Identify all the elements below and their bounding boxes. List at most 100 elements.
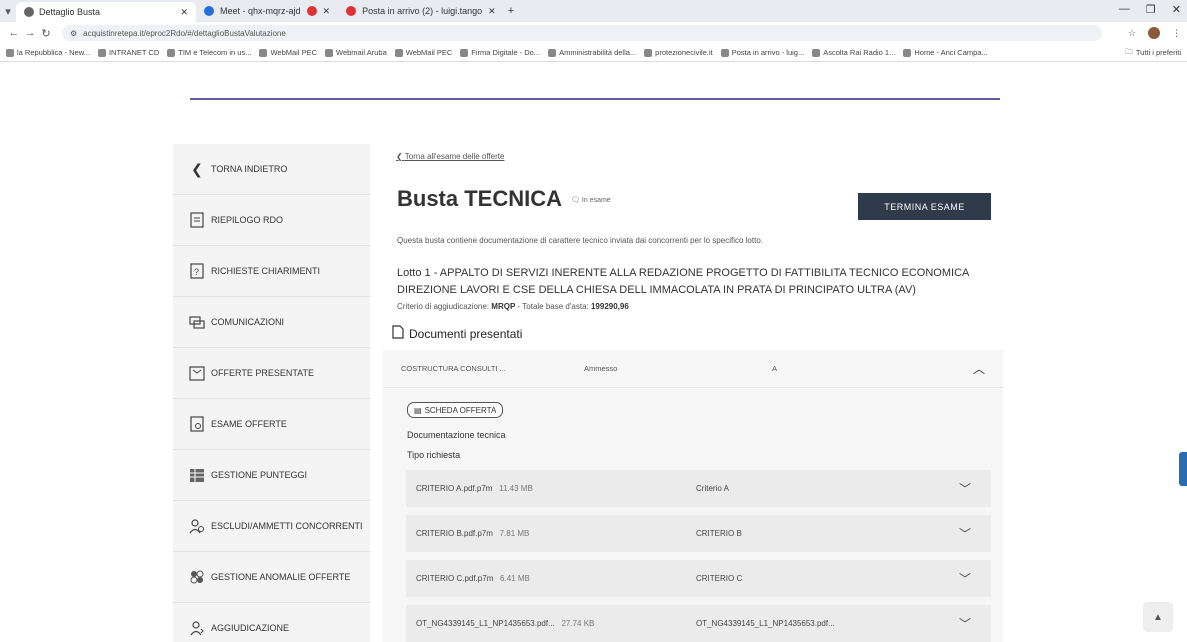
file-row[interactable]: CRITERIO B.pdf.p7m 7.81 MB CRITERIO B ﹀ <box>406 515 991 552</box>
chevron-down-icon[interactable]: ﹀ <box>959 570 971 587</box>
tab-gmail[interactable]: Posta in arrivo (2) - luigi.tango ✕ <box>338 1 504 21</box>
bookmark-favicon-icon <box>548 48 557 57</box>
chevron-up-icon[interactable]: ︿ <box>973 360 985 377</box>
sidebar-item-aggiudicazione[interactable]: AGGIUDICAZIONE <box>173 603 370 642</box>
tipo-richiesta-label: Tipo richiesta <box>407 450 461 460</box>
list-icon: ▤ <box>414 405 422 415</box>
sidebar-item-gestione-punteggi[interactable]: GESTIONE PUNTEGGI <box>173 450 370 501</box>
window-controls: — ❐ ✕ <box>1119 3 1181 16</box>
page-header-strip <box>190 62 1000 100</box>
tab-close-icon[interactable]: ✕ <box>323 6 331 17</box>
sidebar-item-label: RIEPILOGO RDO <box>211 215 284 225</box>
bookmark-item[interactable]: Home - Anci Campa... <box>903 48 988 57</box>
url-input[interactable]: ⚙ acquistinretepa.it/eproc2Rdo/#/dettagl… <box>62 25 1102 41</box>
chevron-down-icon[interactable]: ﹀ <box>959 480 971 497</box>
file-size: 11.43 MB <box>499 484 533 493</box>
bookmark-item[interactable]: Amministrabilità della... <box>548 48 636 57</box>
sidebar-back-button[interactable]: ❮ TORNA INDIETRO <box>173 144 370 195</box>
bookmark-item[interactable]: Posta in arrivo - luig... <box>720 48 804 57</box>
profile-avatar-icon[interactable] <box>1148 27 1160 39</box>
sidebar-item-label: OFFERTE PRESENTATE <box>211 368 315 378</box>
file-criterio: Criterio A <box>696 484 729 493</box>
status-chat-icon: 🗨 <box>571 197 580 204</box>
sidebar-item-riepilogo[interactable]: RIEPILOGO RDO <box>173 195 370 246</box>
scroll-to-top-button[interactable]: ▲ <box>1143 602 1173 632</box>
sidebar-item-label: GESTIONE PUNTEGGI <box>211 470 308 480</box>
chevron-left-icon: ❮ <box>396 152 405 161</box>
tab-label: Posta in arrivo (2) - luigi.tango <box>362 6 483 16</box>
bookmark-favicon-icon <box>6 48 14 57</box>
file-name: CRITERIO A.pdf.p7m 11.43 MB <box>416 484 533 493</box>
all-bookmarks[interactable]: 🗀 Tutti i preferiti <box>1125 46 1181 59</box>
sidebar-item-label: COMUNICAZIONI <box>211 317 284 327</box>
chevron-down-icon[interactable]: ﹀ <box>959 525 971 542</box>
bookmark-favicon-icon <box>903 48 912 57</box>
file-size: 6.41 MB <box>500 574 530 583</box>
reload-icon[interactable]: ↻ <box>38 27 54 40</box>
documentazione-tecnica-label: Documentazione tecnica <box>407 430 506 440</box>
tab-meet[interactable]: Meet - qhx-mqrz-ajd ✕ <box>196 1 338 21</box>
status-badge: 🗨 In esame <box>571 196 611 205</box>
scheda-offerta-button[interactable]: ▤ SCHEDA OFFERTA <box>407 402 504 418</box>
tab-search-icon[interactable]: ▾ <box>0 5 16 18</box>
minimize-icon[interactable]: — <box>1119 3 1130 16</box>
back-to-offers-link[interactable]: ❮ Torna all'esame delle offerte <box>396 152 504 161</box>
offer-accordion-header[interactable]: COSTRUCTURA CONSULTI ... Ammesso A ︿ <box>383 350 1003 388</box>
sidebar-item-label: RICHIESTE CHIARIMENTI <box>211 266 321 276</box>
sidebar: ❮ TORNA INDIETRO RIEPILOGO RDO ? RICHIES… <box>173 144 370 642</box>
termina-esame-button[interactable]: TERMINA ESAME <box>858 193 991 220</box>
chat-icon <box>187 312 207 332</box>
maximize-icon[interactable]: ❐ <box>1146 3 1156 16</box>
star-bookmark-icon[interactable]: ☆ <box>1128 28 1136 39</box>
record-icon <box>306 6 317 16</box>
bookmark-favicon-icon <box>812 48 821 57</box>
forward-arrow-icon[interactable]: → <box>22 27 38 39</box>
bookmark-item[interactable]: WebMail PEC <box>259 48 317 57</box>
bookmark-favicon-icon <box>97 48 106 57</box>
bookmark-item[interactable]: Firma Digitale - Do... <box>460 48 540 57</box>
award-icon <box>187 618 207 638</box>
bookmark-item[interactable]: Webmail Aruba <box>325 48 387 57</box>
sidebar-item-label: ESCLUDI/AMMETTI CONCORRENTI <box>211 521 363 531</box>
site-info-icon[interactable]: ⚙ <box>70 29 77 38</box>
menu-dots-icon[interactable]: ⋮ <box>1172 28 1181 39</box>
sidebar-item-offerte-presentate[interactable]: OFFERTE PRESENTATE <box>173 348 370 399</box>
sidebar-back-label: TORNA INDIETRO <box>211 164 288 174</box>
sidebar-item-esame-offerte[interactable]: ESAME OFFERTE <box>173 399 370 450</box>
file-name: CRITERIO B.pdf.p7m 7.81 MB <box>416 529 530 538</box>
bookmark-favicon-icon <box>720 48 729 57</box>
tab-close-icon[interactable]: ✕ <box>180 7 188 18</box>
sidebar-item-escludi-ammetti[interactable]: ESCLUDI/AMMETTI CONCORRENTI <box>173 501 370 552</box>
tab-dettaglio-busta[interactable]: Dettaglio Busta ✕ <box>16 2 196 22</box>
gmail-favicon-icon <box>346 6 357 16</box>
sidebar-item-comunicazioni[interactable]: COMUNICAZIONI <box>173 297 370 348</box>
file-row[interactable]: OT_NG4339145_L1_NP1435653.pdf... 27.74 K… <box>406 605 991 642</box>
sidebar-item-gestione-anomalie[interactable]: GESTIONE ANOMALIE OFFERTE <box>173 552 370 603</box>
tab-close-icon[interactable]: ✕ <box>488 6 496 17</box>
new-tab-icon[interactable]: + <box>508 5 514 17</box>
bookmark-item[interactable]: protezionecivile.it <box>644 48 713 57</box>
bookmark-item[interactable]: Ascolta Rai Radio 1... <box>812 48 895 57</box>
offer-status: Ammesso <box>584 364 618 373</box>
bookmark-item[interactable]: TIM e Telecom in us... <box>167 48 251 57</box>
sidebar-item-label: ESAME OFFERTE <box>211 419 287 429</box>
sidebar-item-chiarimenti[interactable]: ? RICHIESTE CHIARIMENTI <box>173 246 370 297</box>
documenti-presentati-heading: Documenti presentati <box>391 325 522 342</box>
address-bar-row: ← → ↻ ⚙ acquistinretepa.it/eproc2Rdo/#/d… <box>0 22 1187 44</box>
back-arrow-icon[interactable]: ← <box>6 27 22 39</box>
bookmark-item[interactable]: WebMail PEC <box>394 48 452 57</box>
bookmark-favicon-icon <box>644 48 653 57</box>
file-criterio: CRITERIO B <box>696 529 742 538</box>
offer-code: A <box>772 364 778 373</box>
file-row[interactable]: CRITERIO C.pdf.p7m 6.41 MB CRITERIO C ﹀ <box>406 560 991 597</box>
bookmark-favicon-icon <box>460 48 469 57</box>
bookmark-item[interactable]: la Repubblica - New... <box>6 48 90 57</box>
sidebar-item-label: AGGIUDICAZIONE <box>211 623 290 633</box>
close-window-icon[interactable]: ✕ <box>1172 3 1181 16</box>
sidebar-item-label: GESTIONE ANOMALIE OFFERTE <box>211 572 351 582</box>
side-feedback-tab[interactable] <box>1179 452 1187 486</box>
chevron-down-icon[interactable]: ﹀ <box>959 615 971 632</box>
bookmark-item[interactable]: INTRANET CD <box>97 48 159 57</box>
criterio-info: Criterio di aggiudicazione: MRQP - Total… <box>397 302 629 311</box>
file-row[interactable]: CRITERIO A.pdf.p7m 11.43 MB Criterio A ﹀ <box>406 470 991 507</box>
